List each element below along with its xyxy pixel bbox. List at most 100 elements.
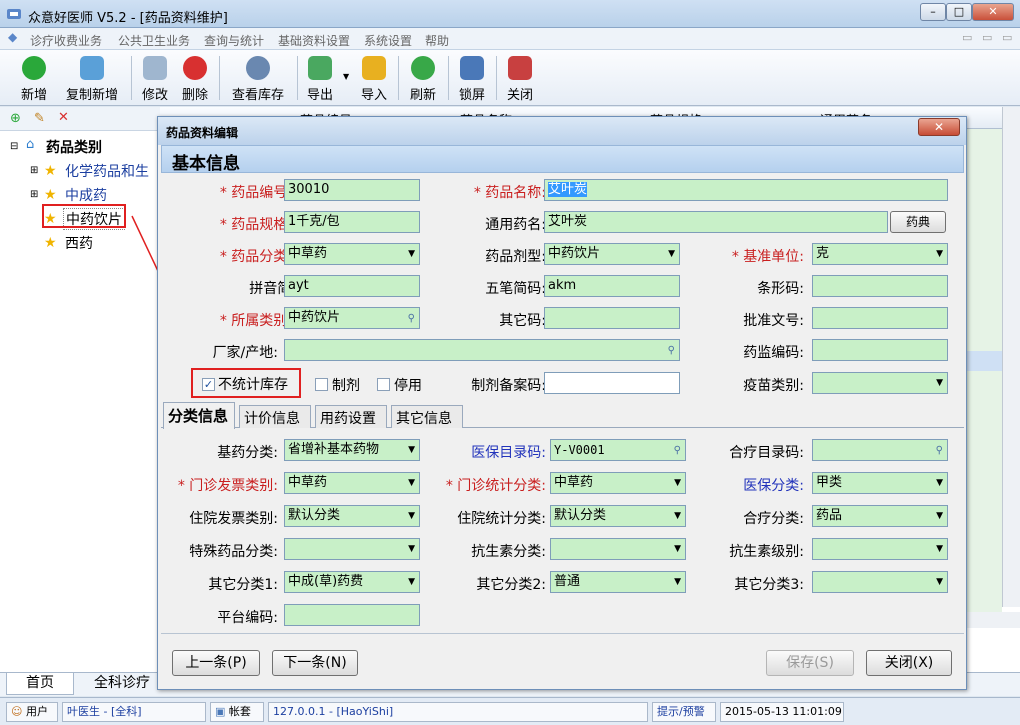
tab-pricing[interactable]: 计价信息 bbox=[239, 405, 311, 428]
basic-drug-class-select[interactable]: 省增补基本药物 ▼ bbox=[284, 439, 420, 461]
op-invoice-select[interactable]: 中草药 ▼ bbox=[284, 472, 420, 494]
menu-item-query[interactable]: 查询与统计 bbox=[204, 32, 264, 49]
close-window-button[interactable]: ✕ bbox=[972, 3, 1014, 21]
supervision-code-field[interactable] bbox=[812, 339, 948, 361]
tree-edit-icon[interactable]: ✎ bbox=[34, 111, 45, 126]
tree-item-western[interactable]: 西药 bbox=[65, 233, 93, 253]
wubi-field[interactable]: akm bbox=[544, 275, 680, 297]
antibiotic-class-select[interactable]: ▼ bbox=[550, 538, 686, 560]
prev-record-button[interactable]: 上一条(P) bbox=[172, 650, 260, 676]
tree-toolbar: ⊕ ✎ ✕ bbox=[0, 107, 160, 131]
grid-hscrollbar[interactable] bbox=[966, 612, 1020, 628]
other-class2-select[interactable]: 普通 ▼ bbox=[550, 571, 686, 593]
prep-checkbox[interactable] bbox=[315, 378, 328, 391]
pinyin-field[interactable]: ayt bbox=[284, 275, 420, 297]
dialog-close-button[interactable]: ✕ bbox=[918, 118, 960, 136]
status-account-value: 127.0.0.1 - [HaoYiShi] bbox=[268, 702, 648, 722]
highlight-box bbox=[42, 204, 126, 228]
grid-vscrollbar[interactable] bbox=[1002, 107, 1020, 607]
delete-button[interactable]: 删除 bbox=[178, 54, 212, 103]
tree-delete-icon[interactable]: ✕ bbox=[58, 110, 69, 125]
other-class1-select[interactable]: 中成(草)药费 ▼ bbox=[284, 571, 420, 593]
other-class3-select[interactable]: ▼ bbox=[812, 571, 948, 593]
menu-item-clinic[interactable]: 诊疗收费业务 bbox=[30, 32, 102, 49]
menu-item-public-health[interactable]: 公共卫生业务 bbox=[118, 32, 190, 49]
coop-class-select[interactable]: 药品 ▼ bbox=[812, 505, 948, 527]
view-inventory-button[interactable]: 查看库存 bbox=[226, 54, 290, 103]
menu-item-help[interactable]: 帮助 bbox=[425, 32, 449, 49]
tab-general-practice[interactable]: 全科诊疗 bbox=[86, 673, 158, 695]
label-insurance-class: 医保分类: bbox=[743, 478, 804, 494]
tree-add-icon[interactable]: ⊕ bbox=[10, 111, 21, 126]
category-select[interactable]: 中草药 ▼ bbox=[284, 243, 420, 265]
tree-expand-icon[interactable]: ⊞ bbox=[30, 189, 38, 200]
search-icon[interactable]: ⚲ bbox=[408, 309, 415, 328]
special-drug-select[interactable]: ▼ bbox=[284, 538, 420, 560]
manufacturer-field[interactable]: ⚲ bbox=[284, 339, 680, 361]
lock-screen-button[interactable]: 锁屏 bbox=[454, 54, 490, 103]
mdi-close-icon[interactable]: ▭ bbox=[1002, 31, 1012, 44]
ip-invoice-select[interactable]: 默认分类 ▼ bbox=[284, 505, 420, 527]
tab-other[interactable]: 其它信息 bbox=[391, 405, 463, 428]
label-prep[interactable]: 制剂 bbox=[332, 375, 360, 395]
subcategory-field[interactable]: 中药饮片 ⚲ bbox=[284, 307, 420, 329]
tab-home[interactable]: 首页 bbox=[6, 673, 74, 695]
unit-select[interactable]: 克 ▼ bbox=[812, 243, 948, 265]
menu-item-basic-data[interactable]: 基础资料设置 bbox=[278, 32, 350, 49]
next-record-button[interactable]: 下一条(N) bbox=[272, 650, 358, 676]
chevron-down-icon: ▼ bbox=[936, 478, 943, 488]
menu-item-system[interactable]: 系统设置 bbox=[364, 32, 412, 49]
label-barcode: 条形码: bbox=[757, 281, 804, 297]
edit-button[interactable]: 修改 bbox=[138, 54, 172, 103]
save-button[interactable]: 保存(S) bbox=[766, 650, 854, 676]
vaccine-select[interactable]: ▼ bbox=[812, 372, 948, 394]
import-button[interactable]: 导入 bbox=[356, 54, 392, 103]
tree-item-chemical[interactable]: 化学药品和生 bbox=[65, 161, 157, 181]
barcode-field[interactable] bbox=[812, 275, 948, 297]
add-button[interactable]: 新增 bbox=[16, 54, 52, 103]
export-dropdown-icon[interactable]: ▼ bbox=[343, 72, 349, 81]
search-icon[interactable]: ⚲ bbox=[936, 441, 943, 460]
ip-stat-select[interactable]: 默认分类 ▼ bbox=[550, 505, 686, 527]
drug-code-field[interactable]: 30010 bbox=[284, 179, 420, 201]
stopped-checkbox[interactable] bbox=[377, 378, 390, 391]
generic-name-field[interactable]: 艾叶炭 bbox=[544, 211, 888, 233]
prep-record-field[interactable] bbox=[544, 372, 680, 394]
insurance-class-select[interactable]: 甲类 ▼ bbox=[812, 472, 948, 494]
platform-code-field[interactable] bbox=[284, 604, 420, 626]
delete-icon bbox=[183, 56, 207, 80]
pharmacopoeia-button[interactable]: 药典 bbox=[890, 211, 946, 233]
tree-item-chinese-patent[interactable]: 中成药 bbox=[65, 185, 107, 205]
export-button[interactable]: 导出 bbox=[302, 54, 338, 103]
coop-directory-field[interactable]: ⚲ bbox=[812, 439, 948, 461]
dosage-select[interactable]: 中药饮片 ▼ bbox=[544, 243, 680, 265]
mdi-restore-icon[interactable]: ▭ bbox=[982, 31, 992, 44]
antibiotic-level-select[interactable]: ▼ bbox=[812, 538, 948, 560]
tree-root[interactable]: 药品类别 bbox=[46, 137, 102, 157]
tab-classification[interactable]: 分类信息 bbox=[163, 402, 235, 429]
drug-spec-field[interactable]: 1千克/包 bbox=[284, 211, 420, 233]
chevron-down-icon: ▼ bbox=[936, 511, 943, 521]
chevron-down-icon: ▼ bbox=[936, 577, 943, 587]
minimize-button[interactable]: – bbox=[920, 3, 946, 21]
search-icon[interactable]: ⚲ bbox=[674, 441, 681, 460]
close-dialog-button[interactable]: 关闭(X) bbox=[866, 650, 952, 676]
copy-add-button[interactable]: 复制新增 bbox=[60, 54, 124, 103]
search-icon[interactable]: ⚲ bbox=[668, 341, 675, 360]
tree-collapse-icon[interactable]: ⊟ bbox=[10, 141, 18, 152]
window-titlebar: 众意好医师 V5.2 - [药品资料维护] – □ ✕ bbox=[0, 0, 1020, 28]
op-stat-select[interactable]: 中草药 ▼ bbox=[550, 472, 686, 494]
mdi-minimize-icon[interactable]: ▭ bbox=[962, 31, 972, 44]
maximize-button[interactable]: □ bbox=[946, 3, 972, 21]
drug-name-field[interactable]: 艾叶炭 bbox=[544, 179, 948, 201]
other-code-field[interactable] bbox=[544, 307, 680, 329]
refresh-button[interactable]: 刷新 bbox=[405, 54, 441, 103]
edit-icon bbox=[143, 56, 167, 80]
status-hint[interactable]: 提示/预警 bbox=[652, 702, 716, 722]
approval-number-field[interactable] bbox=[812, 307, 948, 329]
tab-medication[interactable]: 用药设置 bbox=[315, 405, 387, 428]
exit-button[interactable]: 关闭 bbox=[502, 54, 538, 103]
label-stopped[interactable]: 停用 bbox=[394, 375, 422, 395]
tree-expand-icon[interactable]: ⊞ bbox=[30, 165, 38, 176]
insurance-directory-field[interactable]: Y-V0001 ⚲ bbox=[550, 439, 686, 461]
